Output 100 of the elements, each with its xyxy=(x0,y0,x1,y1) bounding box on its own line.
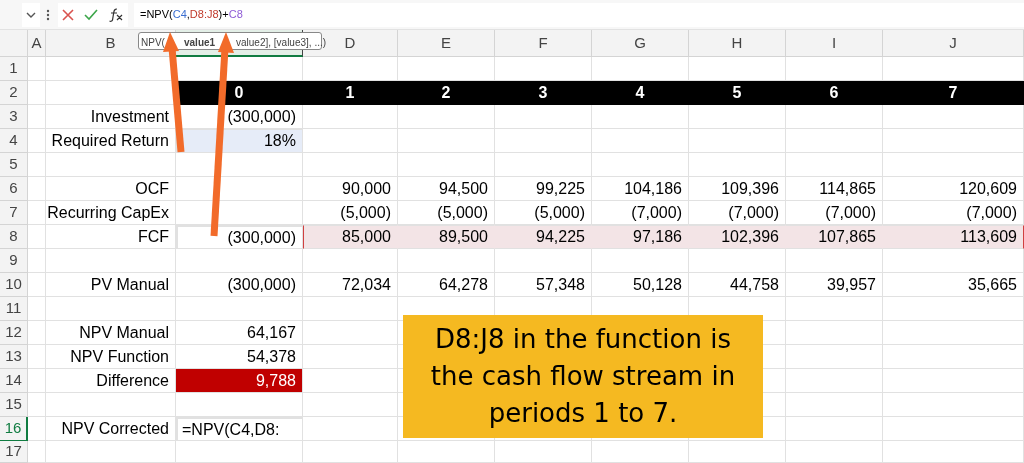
table-cell xyxy=(28,321,46,345)
row-header[interactable]: 13 xyxy=(0,345,28,369)
row-header[interactable]: 16 xyxy=(0,417,28,441)
period-header-cell: 0 xyxy=(176,81,303,105)
column-header[interactable]: B xyxy=(105,31,116,55)
column-header[interactable]: D xyxy=(344,31,356,55)
table-cell: Investment xyxy=(46,105,176,129)
row-header[interactable]: 7 xyxy=(0,201,28,225)
check-icon[interactable] xyxy=(84,8,98,21)
table-cell: 99,225 xyxy=(495,177,592,201)
table-cell: 72,034 xyxy=(303,273,398,297)
period-header-cell: 2 xyxy=(398,81,495,105)
table-cell xyxy=(28,201,46,225)
table-cell: 39,957 xyxy=(786,273,883,297)
table-cell: 102,396 xyxy=(689,225,786,249)
cancel-icon[interactable] xyxy=(62,8,74,21)
table-cell: 109,396 xyxy=(689,177,786,201)
table-cell xyxy=(28,129,46,153)
table-cell xyxy=(28,417,46,441)
table-cell xyxy=(28,177,46,201)
formula-token: )+ xyxy=(218,7,229,23)
formula-input[interactable]: =NPV(C4,D8:J8)+C8 xyxy=(134,2,1024,27)
more-options-icon[interactable] xyxy=(46,8,50,21)
table-cell xyxy=(28,369,46,393)
table-cell xyxy=(28,153,46,177)
table-cell: OCF xyxy=(46,177,176,201)
table-cell: NPV Function xyxy=(46,345,176,369)
column-header[interactable]: J xyxy=(949,31,957,55)
table-cell xyxy=(28,297,46,321)
table-cell: 104,186 xyxy=(592,177,689,201)
callout-note: D8:J8 in the function is the cash flow stream in periods 1 to 7. xyxy=(403,315,763,438)
table-cell: 97,186 xyxy=(592,225,689,249)
row-header[interactable]: 8 xyxy=(0,225,28,249)
cell-editor[interactable]: =NPV(C4,D8: xyxy=(176,417,303,441)
function-icon[interactable] xyxy=(108,7,124,22)
table-cell: 64,167 xyxy=(176,321,303,345)
row-header[interactable]: 17 xyxy=(0,441,28,463)
table-cell: 85,000 xyxy=(303,225,398,249)
table-cell: 64,278 xyxy=(398,273,495,297)
table-cell xyxy=(28,81,46,105)
table-cell: 57,348 xyxy=(495,273,592,297)
column-header[interactable]: I xyxy=(831,31,837,55)
row-header[interactable]: 14 xyxy=(0,369,28,393)
table-cell: 114,865 xyxy=(786,177,883,201)
table-cell: PV Manual xyxy=(46,273,176,297)
row-header[interactable]: 6 xyxy=(0,177,28,201)
tooltip-text: value1 xyxy=(184,36,216,50)
column-header[interactable]: E xyxy=(441,31,451,55)
table-cell: 44,758 xyxy=(689,273,786,297)
table-cell: 94,225 xyxy=(495,225,592,249)
table-cell: 120,609 xyxy=(883,177,1024,201)
table-cell: NPV Corrected xyxy=(46,417,176,441)
row-header[interactable]: 3 xyxy=(0,105,28,129)
period-header-cell: 4 xyxy=(592,81,689,105)
table-cell xyxy=(28,393,46,417)
row-header[interactable]: 12 xyxy=(0,321,28,345)
row-header[interactable]: 15 xyxy=(0,393,28,417)
dropdown-caret-icon[interactable] xyxy=(26,10,36,19)
table-cell: FCF xyxy=(46,225,176,249)
formula-token: C8 xyxy=(228,7,243,23)
table-cell xyxy=(28,105,46,129)
table-cell xyxy=(28,57,46,81)
formula-token: C4 xyxy=(172,7,187,23)
period-header-cell: 1 xyxy=(303,81,398,105)
table-cell: 89,500 xyxy=(398,225,495,249)
row-header[interactable]: 5 xyxy=(0,153,28,177)
column-header[interactable]: H xyxy=(731,31,743,55)
table-cell xyxy=(28,225,46,249)
table-cell: 35,665 xyxy=(883,273,1024,297)
table-cell: 107,865 xyxy=(786,225,883,249)
table-cell: NPV Manual xyxy=(46,321,176,345)
formula-token: , xyxy=(186,7,190,23)
row-header[interactable]: 10 xyxy=(0,273,28,297)
table-cell: Recurring CapEx xyxy=(46,201,176,225)
table-cell xyxy=(28,441,46,463)
table-cell: (300,000) xyxy=(176,225,303,249)
row-header[interactable]: 1 xyxy=(0,57,28,81)
period-header-cell: 6 xyxy=(786,81,883,105)
row-header[interactable]: 11 xyxy=(0,297,28,321)
table-cell: Required Return xyxy=(46,129,176,153)
period-header-cell: 5 xyxy=(689,81,786,105)
row-header[interactable]: 4 xyxy=(0,129,28,153)
period-header-cell: 3 xyxy=(495,81,592,105)
table-cell: 90,000 xyxy=(303,177,398,201)
column-header[interactable]: G xyxy=(634,31,646,55)
table-cell: 113,609 xyxy=(883,225,1024,249)
row-header[interactable]: 9 xyxy=(0,249,28,273)
table-cell: 94,500 xyxy=(398,177,495,201)
table-cell: 50,128 xyxy=(592,273,689,297)
table-cell xyxy=(28,345,46,369)
tooltip-text: NPV( xyxy=(141,36,165,50)
table-cell: 9,788 xyxy=(176,369,303,393)
table-cell: (300,000) xyxy=(176,273,303,297)
column-header[interactable]: A xyxy=(31,31,42,55)
period-header-cell: 7 xyxy=(883,81,1024,105)
table-cell xyxy=(28,249,46,273)
formula-token: =NPV( xyxy=(140,7,173,23)
row-header[interactable]: 2 xyxy=(0,81,28,105)
table-cell xyxy=(28,273,46,297)
column-header[interactable]: F xyxy=(538,31,548,55)
